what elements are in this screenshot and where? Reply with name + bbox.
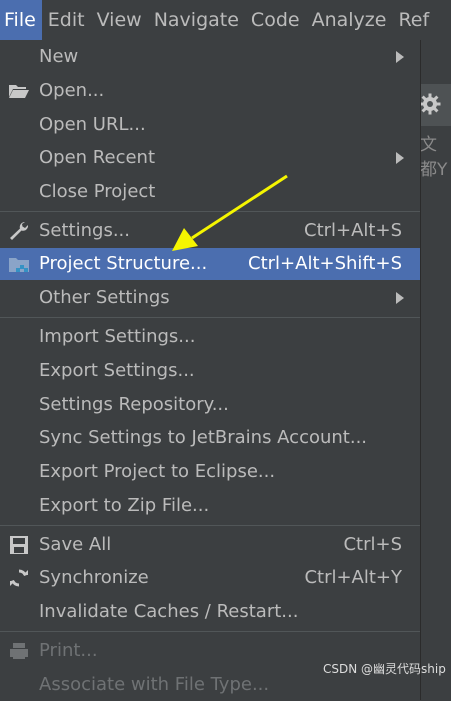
menu-item-import-settings[interactable]: Import Settings... — [0, 321, 420, 353]
submenu-arrow-icon — [396, 51, 404, 63]
menu-analyze[interactable]: Analyze — [306, 0, 393, 40]
menu-item-label: Other Settings — [39, 287, 170, 308]
menu-item-save-all[interactable]: Save All Ctrl+S — [0, 529, 420, 561]
wrench-icon — [10, 221, 29, 240]
menu-item-close-project[interactable]: Close Project — [0, 176, 420, 208]
menu-separator — [0, 317, 420, 318]
menu-item-settings[interactable]: Settings... Ctrl+Alt+S — [0, 215, 420, 247]
menu-edit[interactable]: Edit — [42, 0, 91, 40]
folder-open-icon — [9, 85, 29, 98]
menu-separator — [0, 525, 420, 526]
menu-item-label: Sync Settings to JetBrains Account... — [39, 427, 368, 448]
menu-item-invalidate-caches[interactable]: Invalidate Caches / Restart... — [0, 596, 420, 628]
menu-item-open[interactable]: Open... — [0, 75, 420, 107]
menu-item-label: Import Settings... — [39, 326, 196, 347]
project-structure-icon — [9, 258, 29, 272]
menu-separator — [0, 211, 420, 212]
menu-item-export-settings[interactable]: Export Settings... — [0, 355, 420, 387]
watermark: CSDN @幽灵代码ship — [323, 662, 446, 676]
menu-file[interactable]: File — [0, 0, 42, 40]
menu-item-label: New — [39, 46, 79, 67]
menu-item-open-recent[interactable]: Open Recent — [0, 142, 420, 174]
menu-refactor[interactable]: Ref — [392, 0, 435, 40]
menu-item-shortcut: Ctrl+Alt+Shift+S — [248, 253, 402, 274]
menu-item-label: Settings Repository... — [39, 394, 229, 415]
print-icon — [10, 643, 28, 659]
save-icon — [10, 536, 28, 554]
menu-item-label: Export Settings... — [39, 360, 195, 381]
file-menu-dropdown: New Open... Open URL... Open Recent Clos… — [0, 40, 421, 700]
menu-item-shortcut: Ctrl+Alt+S — [304, 220, 402, 241]
refresh-icon — [10, 569, 28, 587]
submenu-arrow-icon — [396, 292, 404, 304]
gear-icon[interactable] — [418, 92, 442, 116]
menu-item-new[interactable]: New — [0, 41, 420, 73]
menu-item-label: Settings... — [39, 220, 130, 241]
menu-item-label: Open URL... — [39, 114, 146, 135]
menu-item-label: Associate with File Type... — [39, 674, 270, 695]
menu-item-label: Save All — [39, 534, 112, 555]
menu-code[interactable]: Code — [245, 0, 306, 40]
menu-item-label: Synchronize — [39, 567, 149, 588]
side-text: 文都Y — [420, 135, 448, 180]
menu-item-other-settings[interactable]: Other Settings — [0, 282, 420, 314]
menu-item-label: Project Structure... — [39, 253, 208, 274]
menu-item-settings-repository[interactable]: Settings Repository... — [0, 389, 420, 421]
menu-item-shortcut: Ctrl+S — [343, 534, 402, 555]
menu-item-synchronize[interactable]: Synchronize Ctrl+Alt+Y — [0, 562, 420, 594]
menu-separator — [0, 631, 420, 632]
menu-item-label: Print... — [39, 640, 98, 661]
menu-item-label: Close Project — [39, 181, 156, 202]
menu-item-project-structure[interactable]: Project Structure... Ctrl+Alt+Shift+S — [0, 248, 420, 280]
menu-item-open-url[interactable]: Open URL... — [0, 109, 420, 141]
menu-item-label: Open Recent — [39, 147, 156, 168]
menu-item-label: Export Project to Eclipse... — [39, 461, 276, 482]
submenu-arrow-icon — [396, 152, 404, 164]
menu-item-label: Export to Zip File... — [39, 495, 210, 516]
menu-item-sync-settings[interactable]: Sync Settings to JetBrains Account... — [0, 422, 420, 454]
menu-bar: File Edit View Navigate Code Analyze Ref — [0, 0, 451, 40]
menu-item-export-zip[interactable]: Export to Zip File... — [0, 490, 420, 522]
menu-item-export-eclipse[interactable]: Export Project to Eclipse... — [0, 456, 420, 488]
menu-item-shortcut: Ctrl+Alt+Y — [304, 567, 402, 588]
menu-navigate[interactable]: Navigate — [148, 0, 245, 40]
menu-item-label: Invalidate Caches / Restart... — [39, 601, 299, 622]
menu-item-label: Open... — [39, 80, 105, 101]
menu-view[interactable]: View — [91, 0, 148, 40]
